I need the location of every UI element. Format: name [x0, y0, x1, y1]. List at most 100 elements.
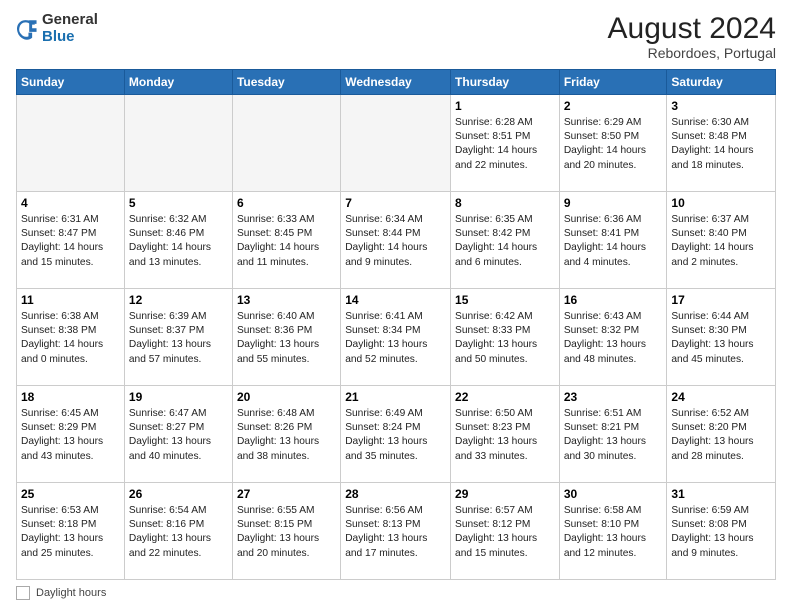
day-cell: 27Sunrise: 6:55 AMSunset: 8:15 PMDayligh…	[232, 483, 340, 580]
day-number: 19	[129, 389, 228, 406]
day-number: 8	[455, 195, 555, 212]
day-info: Sunrise: 6:50 AMSunset: 8:23 PMDaylight:…	[455, 407, 555, 464]
day-info: Sunrise: 6:57 AMSunset: 8:12 PMDaylight:…	[455, 504, 555, 561]
col-header-monday: Monday	[124, 70, 232, 95]
day-info: Sunrise: 6:43 AMSunset: 8:32 PMDaylight:…	[564, 310, 663, 367]
day-number: 18	[21, 389, 120, 406]
day-cell: 25Sunrise: 6:53 AMSunset: 8:18 PMDayligh…	[17, 483, 125, 580]
day-info: Sunrise: 6:35 AMSunset: 8:42 PMDaylight:…	[455, 213, 555, 270]
col-header-sunday: Sunday	[17, 70, 125, 95]
day-number: 25	[21, 486, 120, 503]
day-number: 9	[564, 195, 663, 212]
day-info: Sunrise: 6:39 AMSunset: 8:37 PMDaylight:…	[129, 310, 228, 367]
day-number: 13	[237, 292, 336, 309]
week-row-5: 25Sunrise: 6:53 AMSunset: 8:18 PMDayligh…	[17, 483, 776, 580]
day-info: Sunrise: 6:52 AMSunset: 8:20 PMDaylight:…	[671, 407, 771, 464]
day-info: Sunrise: 6:31 AMSunset: 8:47 PMDaylight:…	[21, 213, 120, 270]
day-number: 7	[345, 195, 446, 212]
day-number: 21	[345, 389, 446, 406]
calendar-table: SundayMondayTuesdayWednesdayThursdayFrid…	[16, 69, 776, 580]
day-info: Sunrise: 6:41 AMSunset: 8:34 PMDaylight:…	[345, 310, 446, 367]
day-number: 1	[455, 98, 555, 115]
day-cell: 6Sunrise: 6:33 AMSunset: 8:45 PMDaylight…	[232, 192, 340, 289]
col-header-tuesday: Tuesday	[232, 70, 340, 95]
day-info: Sunrise: 6:54 AMSunset: 8:16 PMDaylight:…	[129, 504, 228, 561]
day-number: 22	[455, 389, 555, 406]
calendar-header-row: SundayMondayTuesdayWednesdayThursdayFrid…	[17, 70, 776, 95]
footer: Daylight hours	[16, 586, 776, 600]
day-number: 16	[564, 292, 663, 309]
day-info: Sunrise: 6:33 AMSunset: 8:45 PMDaylight:…	[237, 213, 336, 270]
day-info: Sunrise: 6:42 AMSunset: 8:33 PMDaylight:…	[455, 310, 555, 367]
day-cell: 13Sunrise: 6:40 AMSunset: 8:36 PMDayligh…	[232, 289, 340, 386]
day-info: Sunrise: 6:48 AMSunset: 8:26 PMDaylight:…	[237, 407, 336, 464]
week-row-2: 4Sunrise: 6:31 AMSunset: 8:47 PMDaylight…	[17, 192, 776, 289]
logo-icon	[16, 18, 38, 40]
day-cell: 17Sunrise: 6:44 AMSunset: 8:30 PMDayligh…	[667, 289, 776, 386]
daylight-label: Daylight hours	[36, 587, 106, 599]
day-info: Sunrise: 6:28 AMSunset: 8:51 PMDaylight:…	[455, 116, 555, 173]
day-number: 6	[237, 195, 336, 212]
location: Rebordoes, Portugal	[608, 45, 776, 61]
day-cell: 26Sunrise: 6:54 AMSunset: 8:16 PMDayligh…	[124, 483, 232, 580]
day-cell: 29Sunrise: 6:57 AMSunset: 8:12 PMDayligh…	[451, 483, 560, 580]
day-cell: 31Sunrise: 6:59 AMSunset: 8:08 PMDayligh…	[667, 483, 776, 580]
day-cell: 10Sunrise: 6:37 AMSunset: 8:40 PMDayligh…	[667, 192, 776, 289]
day-info: Sunrise: 6:53 AMSunset: 8:18 PMDaylight:…	[21, 504, 120, 561]
day-number: 29	[455, 486, 555, 503]
col-header-saturday: Saturday	[667, 70, 776, 95]
day-cell	[341, 95, 451, 192]
day-cell: 28Sunrise: 6:56 AMSunset: 8:13 PMDayligh…	[341, 483, 451, 580]
day-info: Sunrise: 6:40 AMSunset: 8:36 PMDaylight:…	[237, 310, 336, 367]
day-number: 5	[129, 195, 228, 212]
day-info: Sunrise: 6:37 AMSunset: 8:40 PMDaylight:…	[671, 213, 771, 270]
day-number: 14	[345, 292, 446, 309]
day-number: 26	[129, 486, 228, 503]
page: General Blue August 2024 Rebordoes, Port…	[0, 0, 792, 612]
day-number: 12	[129, 292, 228, 309]
daylight-legend-box	[16, 586, 30, 600]
day-cell: 19Sunrise: 6:47 AMSunset: 8:27 PMDayligh…	[124, 386, 232, 483]
day-number: 10	[671, 195, 771, 212]
day-info: Sunrise: 6:44 AMSunset: 8:30 PMDaylight:…	[671, 310, 771, 367]
day-info: Sunrise: 6:34 AMSunset: 8:44 PMDaylight:…	[345, 213, 446, 270]
day-info: Sunrise: 6:58 AMSunset: 8:10 PMDaylight:…	[564, 504, 663, 561]
day-cell: 15Sunrise: 6:42 AMSunset: 8:33 PMDayligh…	[451, 289, 560, 386]
day-cell: 18Sunrise: 6:45 AMSunset: 8:29 PMDayligh…	[17, 386, 125, 483]
day-cell: 30Sunrise: 6:58 AMSunset: 8:10 PMDayligh…	[559, 483, 667, 580]
day-cell: 16Sunrise: 6:43 AMSunset: 8:32 PMDayligh…	[559, 289, 667, 386]
day-cell: 22Sunrise: 6:50 AMSunset: 8:23 PMDayligh…	[451, 386, 560, 483]
day-info: Sunrise: 6:47 AMSunset: 8:27 PMDaylight:…	[129, 407, 228, 464]
day-info: Sunrise: 6:55 AMSunset: 8:15 PMDaylight:…	[237, 504, 336, 561]
day-cell: 24Sunrise: 6:52 AMSunset: 8:20 PMDayligh…	[667, 386, 776, 483]
day-number: 17	[671, 292, 771, 309]
day-info: Sunrise: 6:59 AMSunset: 8:08 PMDaylight:…	[671, 504, 771, 561]
title-block: August 2024 Rebordoes, Portugal	[608, 12, 776, 61]
header: General Blue August 2024 Rebordoes, Port…	[16, 12, 776, 61]
day-number: 3	[671, 98, 771, 115]
day-number: 30	[564, 486, 663, 503]
col-header-wednesday: Wednesday	[341, 70, 451, 95]
day-cell: 12Sunrise: 6:39 AMSunset: 8:37 PMDayligh…	[124, 289, 232, 386]
day-number: 31	[671, 486, 771, 503]
logo-general-text: General	[42, 11, 98, 28]
day-number: 20	[237, 389, 336, 406]
day-cell: 7Sunrise: 6:34 AMSunset: 8:44 PMDaylight…	[341, 192, 451, 289]
day-cell: 5Sunrise: 6:32 AMSunset: 8:46 PMDaylight…	[124, 192, 232, 289]
day-number: 4	[21, 195, 120, 212]
day-info: Sunrise: 6:49 AMSunset: 8:24 PMDaylight:…	[345, 407, 446, 464]
logo-blue-text: Blue	[42, 28, 75, 45]
day-cell: 11Sunrise: 6:38 AMSunset: 8:38 PMDayligh…	[17, 289, 125, 386]
day-info: Sunrise: 6:32 AMSunset: 8:46 PMDaylight:…	[129, 213, 228, 270]
day-info: Sunrise: 6:51 AMSunset: 8:21 PMDaylight:…	[564, 407, 663, 464]
day-cell: 4Sunrise: 6:31 AMSunset: 8:47 PMDaylight…	[17, 192, 125, 289]
col-header-friday: Friday	[559, 70, 667, 95]
week-row-1: 1Sunrise: 6:28 AMSunset: 8:51 PMDaylight…	[17, 95, 776, 192]
day-number: 11	[21, 292, 120, 309]
day-number: 2	[564, 98, 663, 115]
col-header-thursday: Thursday	[451, 70, 560, 95]
day-cell	[17, 95, 125, 192]
day-number: 15	[455, 292, 555, 309]
day-info: Sunrise: 6:45 AMSunset: 8:29 PMDaylight:…	[21, 407, 120, 464]
day-cell: 14Sunrise: 6:41 AMSunset: 8:34 PMDayligh…	[341, 289, 451, 386]
